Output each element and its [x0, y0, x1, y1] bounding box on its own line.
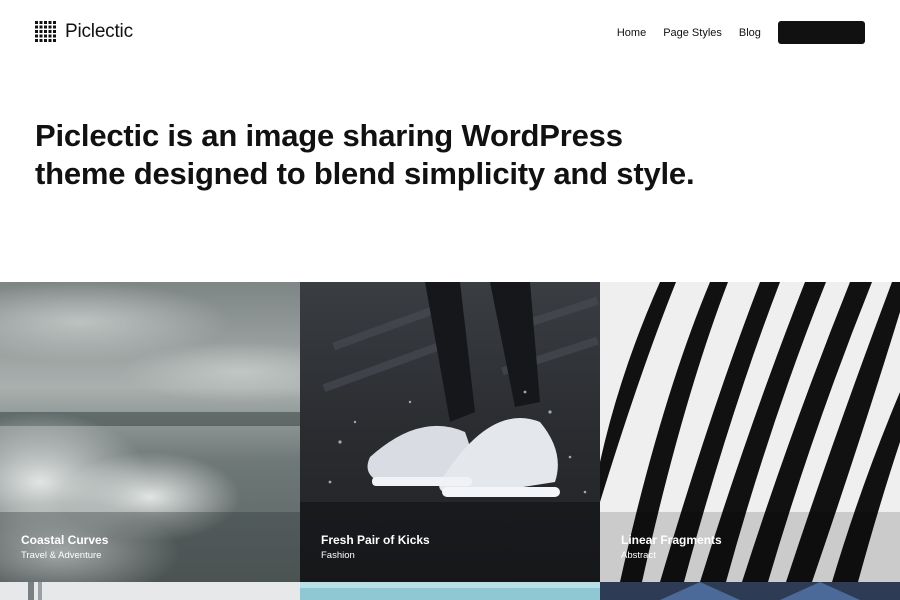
- post-category: Fashion: [321, 550, 355, 561]
- post-card-linear-fragments[interactable]: Linear Fragments Abstract: [600, 282, 900, 582]
- go-premium-button[interactable]: Go Premium!: [777, 21, 865, 44]
- site-header: Piclectic Home Page Styles Blog Go Premi…: [0, 0, 900, 64]
- hero-line-2: theme designed to blend simplicity and s…: [35, 156, 695, 191]
- grid-icon: [35, 21, 56, 42]
- post-category: Travel & Adventure: [21, 550, 102, 561]
- hero-line-1: Piclectic is an image sharing WordPress: [35, 118, 623, 153]
- post-card-fresh-pair-of-kicks[interactable]: Fresh Pair of Kicks Fashion: [300, 282, 600, 582]
- main-nav: Home Page Styles Blog Go Premium!: [617, 21, 865, 44]
- post-caption: Linear Fragments Abstract: [621, 533, 722, 562]
- post-title: Fresh Pair of Kicks: [321, 533, 430, 547]
- post-card-partial[interactable]: [600, 582, 900, 600]
- post-grid: Coastal Curves Travel & Adventure Fresh …: [0, 282, 900, 600]
- nav-blog[interactable]: Blog: [739, 27, 761, 39]
- post-card-partial[interactable]: [300, 582, 600, 600]
- post-title: Linear Fragments: [621, 533, 722, 547]
- post-caption: Fresh Pair of Kicks Fashion: [321, 533, 430, 562]
- post-card-partial[interactable]: [0, 582, 300, 600]
- post-category: Abstract: [621, 550, 656, 561]
- post-image-partial: [600, 582, 900, 600]
- post-card-coastal-curves[interactable]: Coastal Curves Travel & Adventure: [0, 282, 300, 582]
- site-name: Piclectic: [65, 21, 133, 42]
- post-caption: Coastal Curves Travel & Adventure: [21, 533, 108, 562]
- nav-page-styles[interactable]: Page Styles: [663, 27, 722, 39]
- post-image-partial: [300, 582, 600, 600]
- post-title: Coastal Curves: [21, 533, 109, 547]
- post-image-partial: [0, 582, 300, 600]
- nav-home[interactable]: Home: [617, 27, 646, 39]
- site-logo[interactable]: Piclectic: [35, 21, 133, 42]
- hero-tagline: Piclectic is an image sharing WordPress …: [35, 117, 735, 193]
